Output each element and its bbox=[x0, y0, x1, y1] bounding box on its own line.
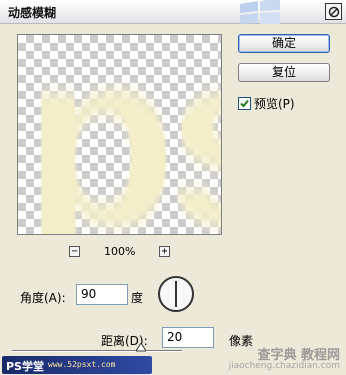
preview-checkbox-row[interactable]: 预览(P) bbox=[238, 95, 295, 111]
ok-button[interactable]: 确定 bbox=[238, 34, 330, 53]
preview-checkbox-label: 预览(P) bbox=[254, 96, 295, 111]
windows-logo-icon bbox=[232, 0, 304, 24]
zoom-controls: − 100% + bbox=[0, 245, 240, 260]
zoom-level: 100% bbox=[104, 245, 136, 258]
angle-input[interactable]: 90 bbox=[76, 284, 128, 305]
preview-checkbox[interactable] bbox=[238, 96, 251, 110]
title-bar[interactable]: 动感模糊 bbox=[0, 0, 346, 24]
angle-label: 角度(A): bbox=[20, 291, 66, 305]
watermark-left-url: www.52psxt.com bbox=[48, 360, 116, 369]
watermark-right-url: jiaocheng.chazidian.com bbox=[228, 361, 340, 371]
checkmark-icon bbox=[240, 99, 249, 107]
close-icon bbox=[328, 6, 339, 17]
motion-blur-dialog: 动感模糊 ps − 100% bbox=[0, 0, 346, 375]
preview-canvas[interactable]: ps bbox=[17, 34, 222, 235]
slider-thumb[interactable] bbox=[136, 343, 146, 353]
watermark-left-text: PS学堂 bbox=[6, 360, 44, 373]
distance-slider-track[interactable] bbox=[12, 350, 182, 352]
dialog-title: 动感模糊 bbox=[8, 6, 57, 20]
zoom-out-button[interactable]: − bbox=[69, 246, 80, 257]
angle-dial[interactable] bbox=[158, 276, 194, 312]
close-button[interactable] bbox=[325, 3, 342, 20]
angle-unit: 度 bbox=[131, 291, 144, 305]
reset-button[interactable]: 复位 bbox=[238, 63, 330, 82]
watermark-left: PS学堂 www.52psxt.com bbox=[2, 356, 152, 374]
watermark-right: 查字典 教程网 jiaocheng.chazidian.com bbox=[204, 340, 344, 374]
preview-ps-text: ps bbox=[24, 35, 222, 235]
zoom-in-button[interactable]: + bbox=[159, 246, 170, 257]
